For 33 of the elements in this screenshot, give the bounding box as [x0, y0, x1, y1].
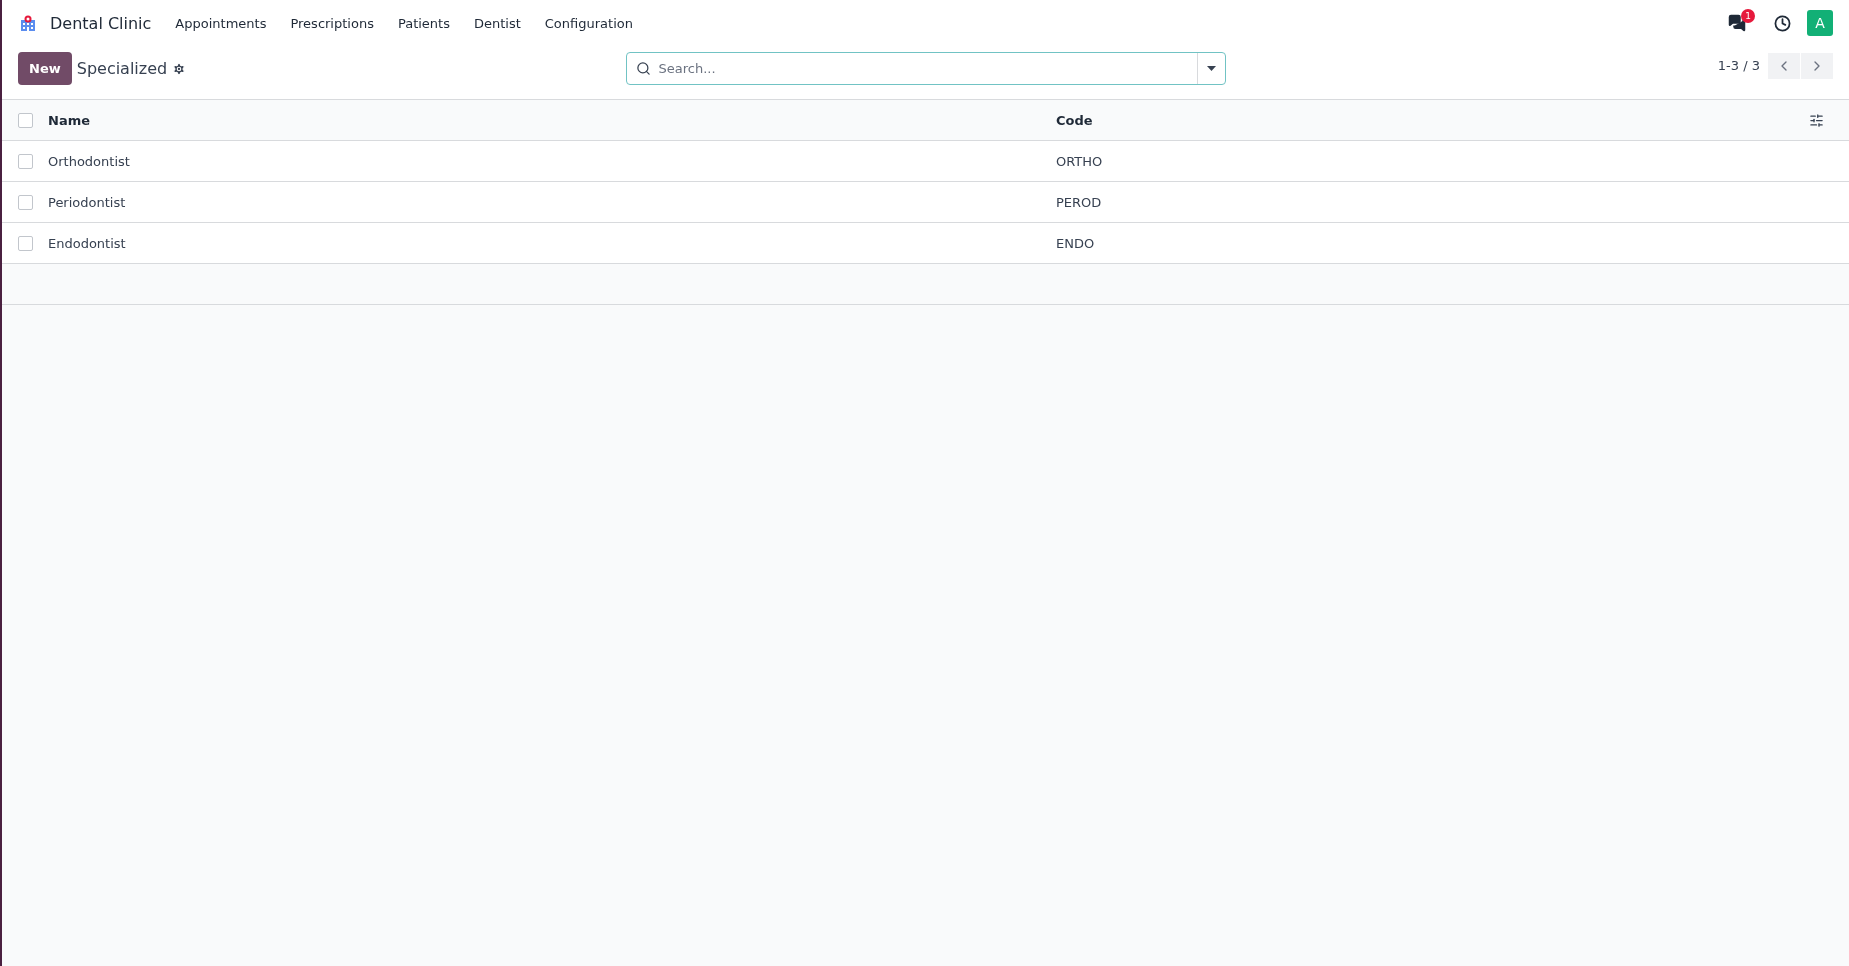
app-name[interactable]: Dental Clinic	[50, 13, 152, 33]
settings-icon[interactable]	[172, 61, 187, 76]
search-field[interactable]: Search...	[656, 60, 1197, 77]
menu-item[interactable]: Prescriptions	[280, 9, 384, 37]
search-icon	[635, 61, 651, 76]
chat-icon[interactable]	[1728, 14, 1746, 32]
table-cell-text: ENDO	[1056, 235, 1096, 251]
column-header[interactable]: Name	[48, 112, 1056, 128]
message-count-badge: 1	[1741, 9, 1755, 23]
menu-item[interactable]: Dentist	[463, 9, 531, 37]
clock-icon[interactable]	[1774, 14, 1791, 32]
table-cell-text: Endodontist	[48, 235, 127, 251]
menu-item[interactable]: Appointments	[165, 9, 277, 37]
table-cell-text: Orthodontist	[48, 153, 131, 169]
table-cell-text: PEROD	[1056, 194, 1103, 210]
previous-page-button[interactable]	[1768, 52, 1800, 79]
pager-value: 1-3 / 3	[1717, 58, 1760, 73]
clinic-logo-icon	[20, 14, 36, 32]
next-page-button[interactable]	[1801, 52, 1833, 79]
menu-item[interactable]: Configuration	[534, 9, 643, 37]
select-all-checkbox[interactable]	[17, 112, 33, 128]
row-checkbox[interactable]	[17, 194, 33, 210]
caret-icon	[1206, 66, 1216, 71]
menu-item[interactable]: Patients	[387, 9, 460, 37]
column-header[interactable]: Code	[1056, 112, 1809, 128]
row-checkbox[interactable]	[17, 153, 33, 169]
table-cell-text: Periodontist	[48, 194, 127, 210]
page-title: Specialized	[76, 59, 168, 78]
row-checkbox[interactable]	[17, 235, 33, 251]
column-settings-icon[interactable]	[1809, 112, 1824, 128]
table-cell-text: ORTHO	[1056, 153, 1104, 169]
new-button[interactable]: New	[18, 52, 72, 85]
search-bar[interactable]: Search...	[625, 52, 1226, 85]
